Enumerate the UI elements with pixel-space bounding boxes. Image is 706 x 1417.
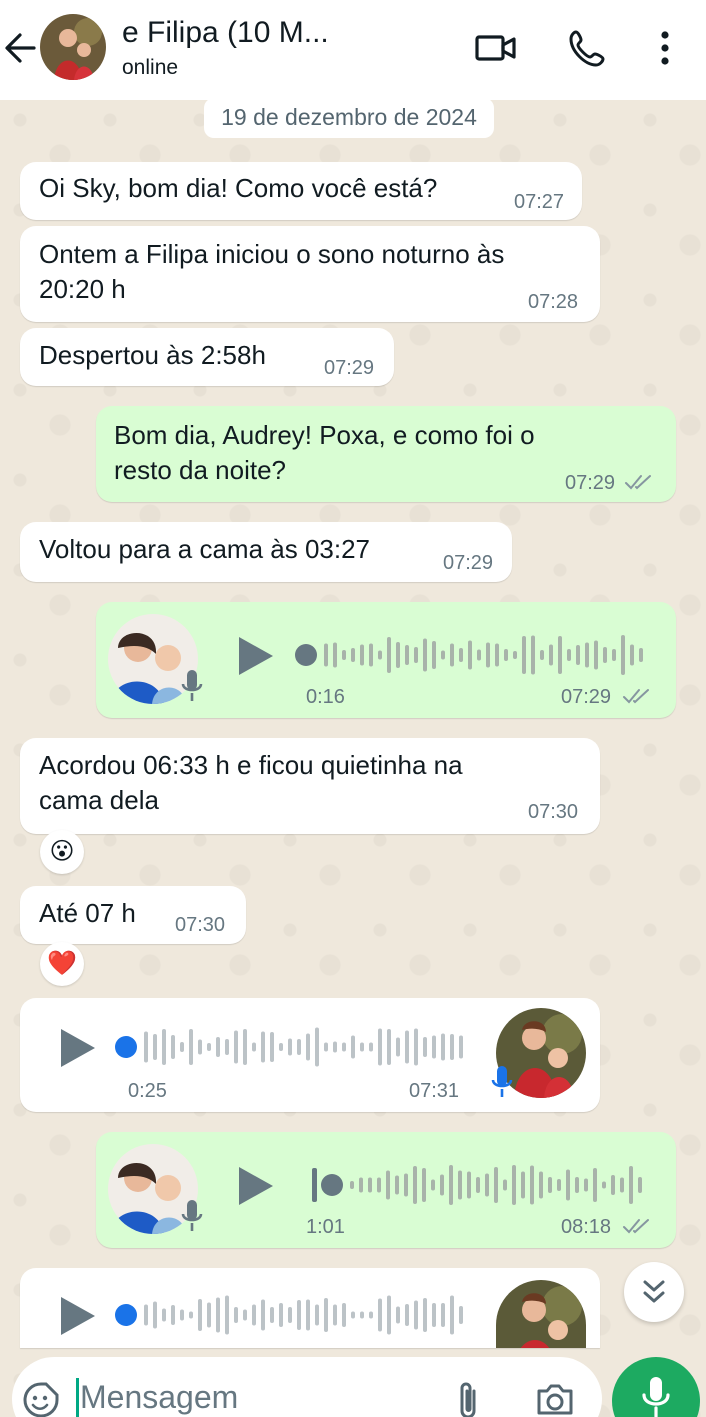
incoming-voice-message[interactable]: 0:25 07:31 — [20, 998, 600, 1112]
microphone-icon — [181, 1200, 203, 1231]
message-text: Despertou às 2:58h — [39, 340, 266, 370]
outgoing-voice-message[interactable]: 1:01 08:18 — [96, 1132, 676, 1248]
sticker-icon[interactable] — [22, 1381, 60, 1417]
message-time: 07:31 — [409, 1080, 460, 1102]
message-text-line: cama dela — [39, 785, 159, 815]
chat-title[interactable]: e Filipa (10 M... — [122, 16, 452, 54]
contact-avatar[interactable] — [40, 14, 106, 80]
incoming-message[interactable]: Até 07 h 07:30 — [20, 886, 246, 944]
audio-waveform[interactable] — [112, 1290, 472, 1340]
date-chip: 19 de dezembro de 2024 — [204, 98, 494, 138]
more-vertical-icon[interactable] — [644, 26, 686, 70]
incoming-voice-message[interactable] — [20, 1268, 600, 1348]
message-text-line: 20:20 h — [39, 274, 126, 304]
phone-icon[interactable] — [566, 26, 610, 70]
text-cursor — [76, 1378, 79, 1417]
message-time: 07:29 — [561, 686, 612, 708]
outgoing-voice-message[interactable]: 0:16 07:29 — [96, 602, 676, 718]
message-text: Oi Sky, bom dia! Como você está? — [39, 173, 438, 203]
message-time: 07:29 — [324, 357, 375, 379]
chat-header: e Filipa (10 M... online — [0, 0, 706, 100]
double-chevron-down-icon — [643, 1280, 665, 1303]
message-time: 07:27 — [514, 191, 565, 213]
microphone-icon — [642, 1377, 670, 1417]
message-time: 07:29 — [565, 472, 616, 494]
voice-duration: 0:16 — [306, 686, 345, 708]
play-icon[interactable] — [236, 634, 276, 678]
video-call-icon[interactable] — [474, 26, 518, 70]
incoming-message[interactable]: Oi Sky, bom dia! Como você está? 07:27 — [20, 162, 582, 220]
message-time: 07:28 — [528, 291, 579, 313]
reaction-badge[interactable]: 😮 — [40, 830, 84, 874]
audio-waveform[interactable] — [112, 1022, 472, 1072]
message-text: Até 07 h — [39, 898, 136, 928]
message-text-line: Acordou 06:33 h e ficou quietinha na — [39, 750, 463, 780]
paperclip-icon[interactable] — [452, 1379, 484, 1417]
voice-duration: 1:01 — [306, 1216, 345, 1238]
play-icon[interactable] — [236, 1164, 276, 1208]
incoming-message[interactable]: Ontem a Filipa iniciou o sono noturno às… — [20, 226, 600, 322]
message-time: 07:30 — [528, 801, 579, 823]
message-time: 07:29 — [443, 552, 494, 574]
read-ticks-icon — [625, 475, 651, 490]
play-icon[interactable] — [58, 1294, 98, 1338]
arrow-left-icon[interactable] — [2, 28, 38, 68]
incoming-message[interactable]: Despertou às 2:58h 07:29 — [20, 328, 394, 386]
message-text-line: Bom dia, Audrey! Poxa, e como foi o — [114, 420, 535, 450]
voice-duration: 0:25 — [128, 1080, 167, 1102]
microphone-icon — [491, 1066, 513, 1097]
message-input[interactable]: Mensagem — [80, 1379, 238, 1416]
message-text: Voltou para a cama às 03:27 — [39, 534, 371, 564]
sender-avatar — [496, 1280, 586, 1348]
contact-status: online — [122, 56, 179, 79]
message-text-line: Ontem a Filipa iniciou o sono noturno às — [39, 239, 505, 269]
message-time: 07:30 — [175, 914, 226, 936]
incoming-message[interactable]: Acordou 06:33 h e ficou quietinha na cam… — [20, 738, 600, 834]
play-icon[interactable] — [58, 1026, 98, 1070]
audio-waveform[interactable] — [310, 1160, 654, 1210]
read-ticks-icon — [623, 689, 649, 704]
message-text-line: resto da noite? — [114, 455, 287, 485]
scroll-to-bottom-button[interactable] — [624, 1262, 684, 1322]
incoming-message[interactable]: Voltou para a cama às 03:27 07:29 — [20, 522, 512, 582]
reaction-badge[interactable]: ❤️ — [40, 942, 84, 986]
outgoing-message[interactable]: Bom dia, Audrey! Poxa, e como foi o rest… — [96, 406, 676, 502]
message-time: 08:18 — [561, 1216, 612, 1238]
audio-waveform[interactable] — [294, 630, 654, 680]
camera-icon[interactable] — [534, 1381, 576, 1417]
microphone-icon — [181, 670, 203, 701]
read-ticks-icon — [623, 1219, 649, 1234]
